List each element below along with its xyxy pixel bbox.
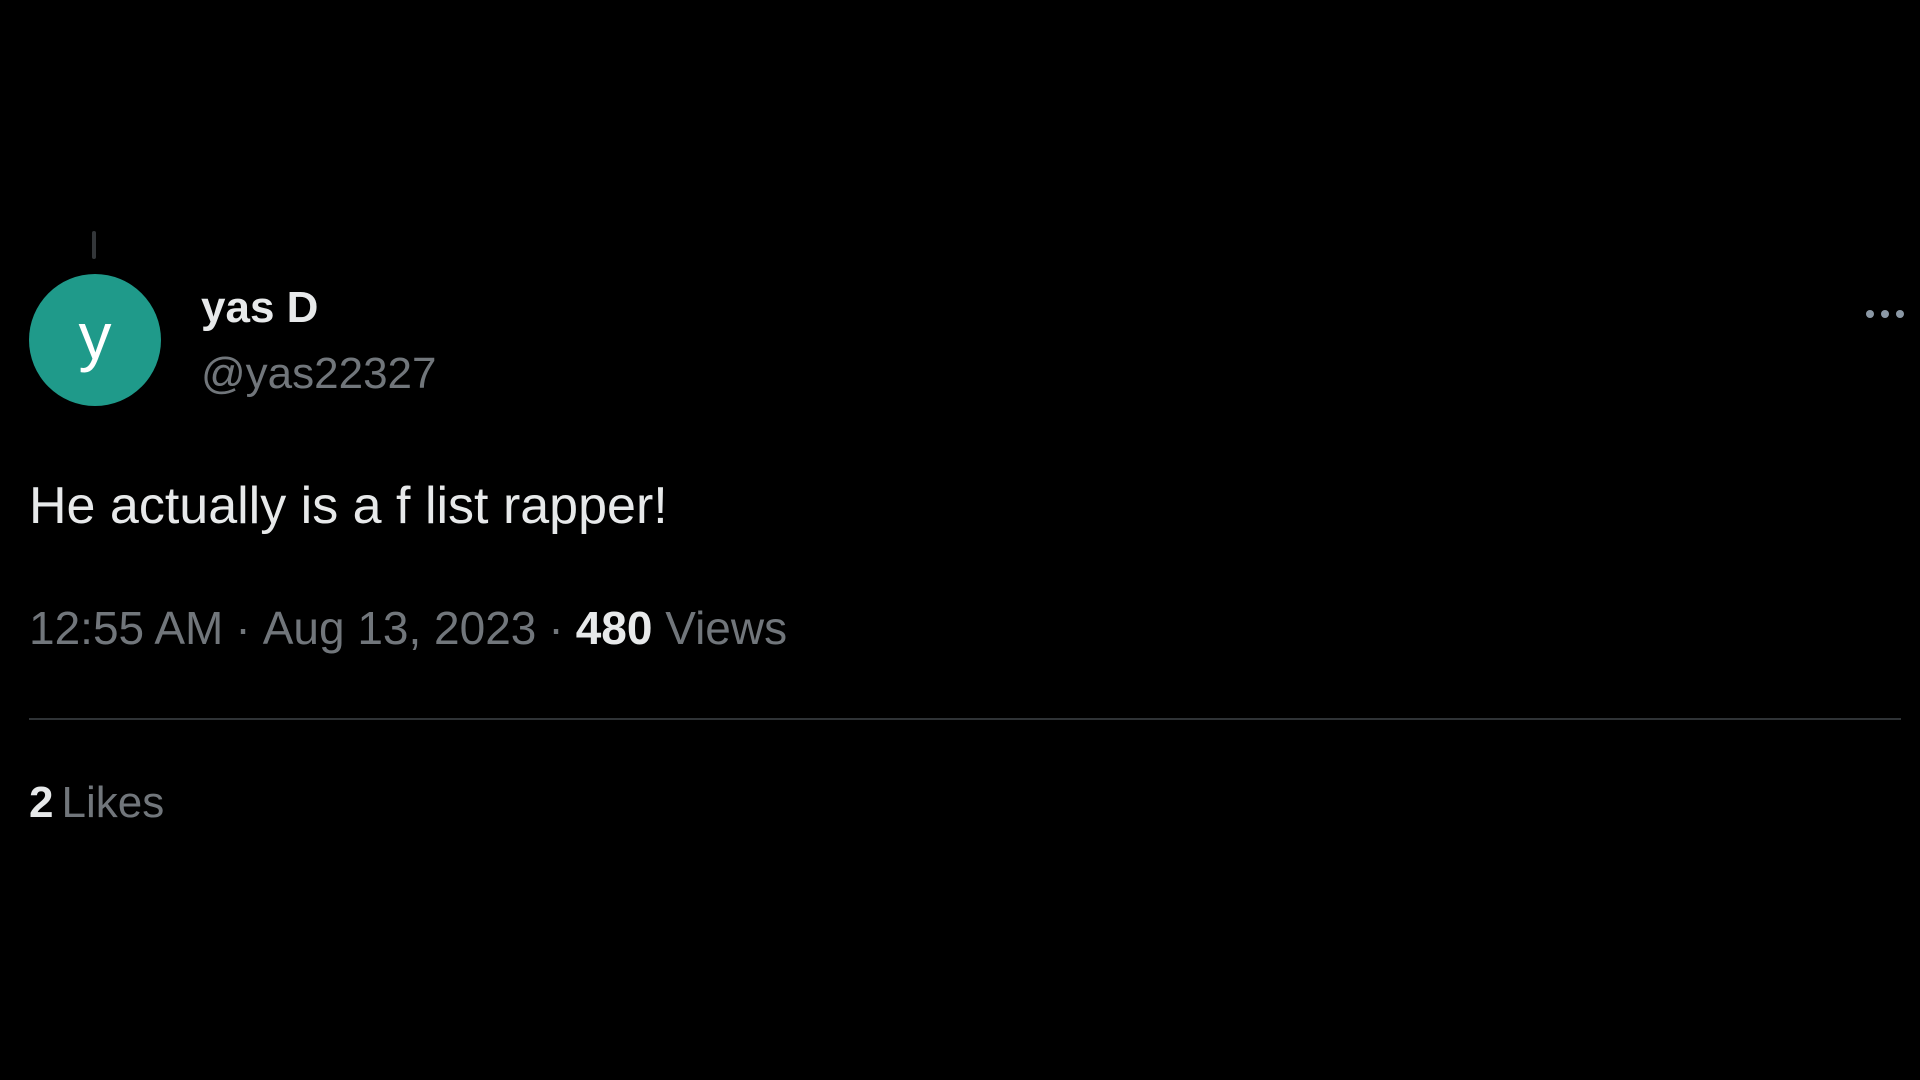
author-names: yas D @yas22327 xyxy=(201,282,437,400)
likes-count: 2 xyxy=(29,778,54,827)
author-handle[interactable]: @yas22327 xyxy=(201,348,437,400)
divider xyxy=(29,718,1901,720)
tweet-header: y yas D @yas22327 xyxy=(29,274,1904,406)
likes-link[interactable]: 2 Likes xyxy=(29,776,164,830)
tweet-meta: 12:55 AM · Aug 13, 2023 · 480 Views xyxy=(29,600,787,656)
views-count: 480 xyxy=(575,602,653,654)
author-display-name[interactable]: yas D xyxy=(201,282,437,334)
likes-label: Likes xyxy=(61,778,165,827)
more-horizontal-icon-dot xyxy=(1896,310,1904,318)
tweet-text: He actually is a f list rapper! xyxy=(29,477,668,535)
meta-separator: · xyxy=(235,602,251,654)
more-horizontal-icon xyxy=(1866,310,1874,318)
more-options-button[interactable] xyxy=(1855,294,1915,334)
avatar-letter: y xyxy=(78,299,112,373)
avatar[interactable]: y xyxy=(29,274,161,406)
more-horizontal-icon-dot xyxy=(1881,310,1889,318)
tweet-date[interactable]: Aug 13, 2023 xyxy=(263,602,537,654)
thread-connector-line xyxy=(92,231,96,259)
tweet: y yas D @yas22327 He actually is a f lis… xyxy=(29,274,1904,827)
tweet-time[interactable]: 12:55 AM xyxy=(29,602,223,654)
meta-separator: · xyxy=(548,602,564,654)
tweet-page: y yas D @yas22327 He actually is a f lis… xyxy=(0,0,1920,1080)
views-label: Views xyxy=(665,602,788,654)
